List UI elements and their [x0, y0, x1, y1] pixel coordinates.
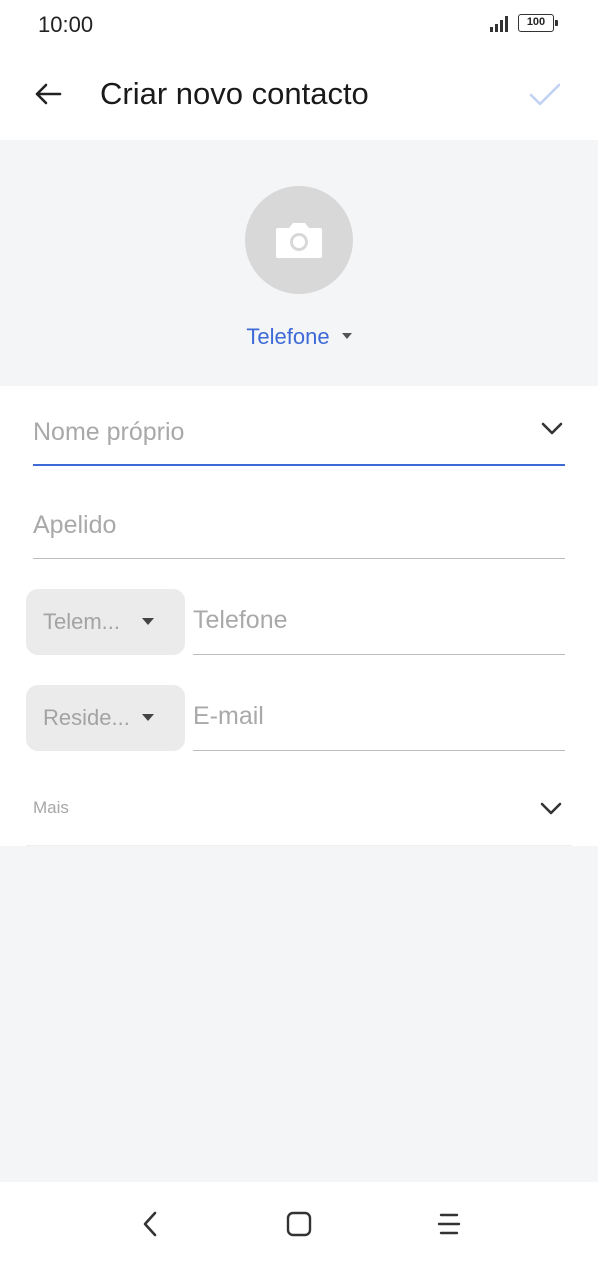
- first-name-input[interactable]: [33, 418, 523, 447]
- camera-icon: [276, 223, 322, 258]
- navigation-bar: [0, 1182, 598, 1262]
- chevron-down-icon: [540, 802, 562, 815]
- account-label: Telefone: [246, 324, 330, 349]
- email-input[interactable]: [193, 702, 565, 731]
- phone-type-label: Telem...: [43, 609, 121, 634]
- nav-menu-button[interactable]: [427, 1202, 471, 1246]
- email-type-select[interactable]: Reside...: [26, 685, 185, 751]
- back-chevron-icon: [143, 1211, 157, 1237]
- page-title: Criar novo contacto: [100, 76, 369, 111]
- nav-back-button[interactable]: [128, 1202, 172, 1246]
- account-selector[interactable]: Telefone: [0, 324, 598, 350]
- first-name-field: [33, 418, 565, 466]
- email-field: [193, 702, 565, 751]
- phone-type-select[interactable]: Telem...: [26, 589, 185, 655]
- save-button[interactable]: [522, 72, 568, 118]
- dropdown-triangle-icon: [142, 618, 154, 625]
- check-icon: [529, 83, 561, 106]
- signal-icon: [490, 16, 510, 32]
- more-fields-button[interactable]: Mais: [26, 770, 572, 846]
- chevron-down-icon: [541, 422, 563, 435]
- last-name-field: [33, 511, 565, 559]
- nav-home-button[interactable]: [277, 1202, 321, 1246]
- add-photo-button[interactable]: [245, 186, 353, 294]
- battery-icon: 100: [518, 14, 558, 32]
- menu-lines-icon: [437, 1213, 461, 1235]
- app-bar: Criar novo contacto: [0, 50, 598, 140]
- dropdown-triangle-icon: [142, 714, 154, 721]
- arrow-left-icon: [35, 83, 62, 105]
- phone-input[interactable]: [193, 606, 565, 635]
- dropdown-triangle-icon: [341, 333, 352, 340]
- battery-level: 100: [526, 16, 546, 28]
- last-name-input[interactable]: [33, 511, 565, 540]
- home-square-icon: [286, 1211, 312, 1237]
- photo-section: Telefone: [0, 140, 598, 386]
- phone-field: [193, 606, 565, 655]
- contact-form: Telem... Reside... Mais: [0, 386, 598, 846]
- more-label: Mais: [33, 798, 69, 817]
- status-time: 10:00: [38, 12, 94, 37]
- back-button[interactable]: [26, 72, 70, 116]
- status-bar: 10:00 100: [0, 0, 598, 50]
- expand-name-button[interactable]: [535, 412, 569, 446]
- email-type-label: Reside...: [43, 705, 130, 730]
